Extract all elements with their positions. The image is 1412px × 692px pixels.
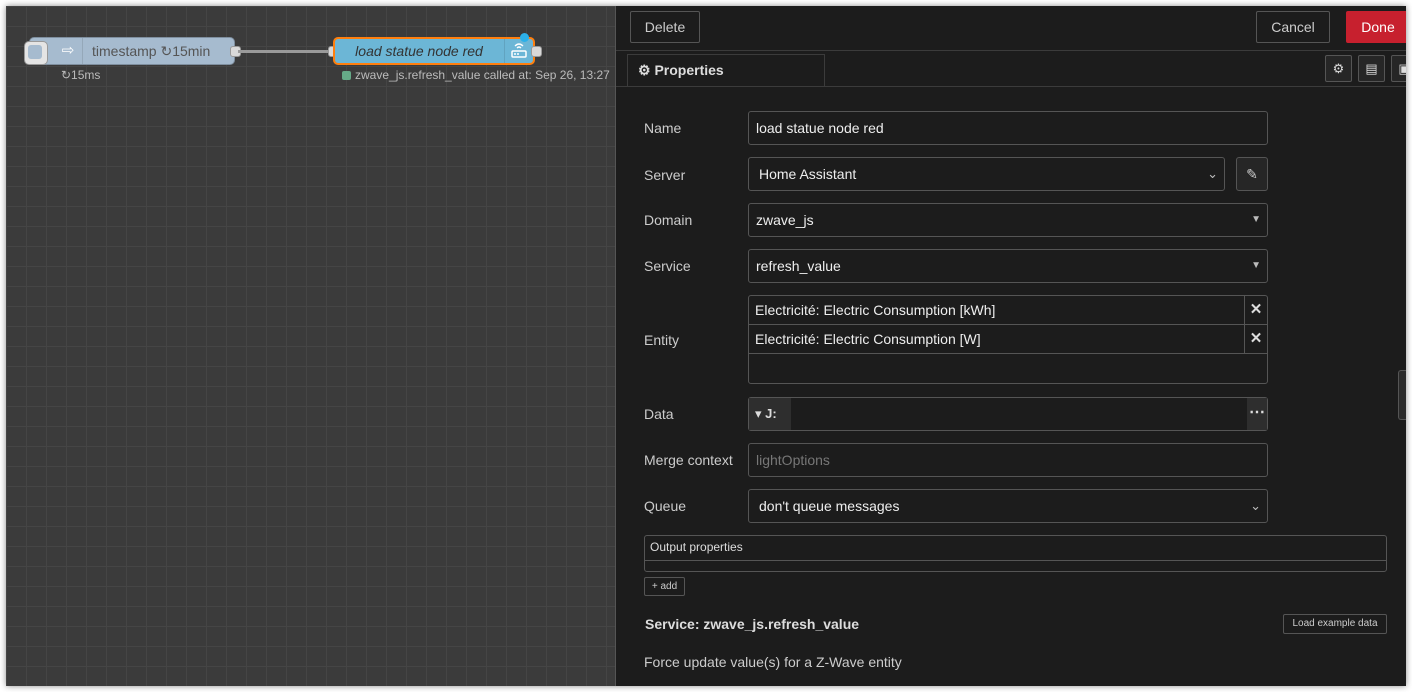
output-properties-list[interactable]: Output properties bbox=[644, 535, 1387, 572]
domain-value: zwave_js bbox=[756, 212, 814, 228]
data-input[interactable]: ▾ J: ⋯ bbox=[748, 397, 1268, 431]
service-node[interactable]: load statue node red bbox=[333, 33, 535, 65]
changed-badge bbox=[520, 33, 529, 42]
server-label: Server bbox=[644, 167, 686, 183]
service-input[interactable]: refresh_value ▼ bbox=[748, 249, 1268, 283]
queue-select[interactable]: don't queue messages ⌄ bbox=[748, 489, 1268, 523]
expand-editor-icon[interactable]: ⋯ bbox=[1247, 398, 1267, 430]
output-properties-header: Output properties bbox=[645, 536, 1386, 561]
entity-label: Entity bbox=[644, 332, 680, 348]
editor-window: ⇨ timestamp ↻15min ↻15ms load statue nod… bbox=[6, 6, 1406, 686]
queue-value: don't queue messages bbox=[759, 498, 900, 514]
tray-toolbar: Delete Cancel Done bbox=[616, 6, 1406, 51]
load-example-button[interactable]: Load example data bbox=[1283, 614, 1387, 634]
json-type-icon: J: bbox=[765, 406, 777, 421]
flow-wire[interactable] bbox=[238, 50, 336, 53]
service-node-status: zwave_js.refresh_value called at: Sep 26… bbox=[342, 68, 610, 82]
merge-context-label: Merge context bbox=[644, 452, 733, 468]
queue-label: Queue bbox=[644, 498, 687, 514]
gear-icon[interactable]: ⚙ bbox=[1325, 55, 1352, 82]
domain-label: Domain bbox=[644, 212, 693, 228]
appearance-icon[interactable]: ▣ bbox=[1391, 55, 1406, 82]
merge-context-input[interactable]: lightOptions bbox=[748, 443, 1268, 477]
merge-context-placeholder: lightOptions bbox=[756, 452, 830, 468]
service-label: Service bbox=[644, 258, 691, 274]
add-button-label: add bbox=[660, 581, 678, 592]
domain-input[interactable]: zwave_js ▼ bbox=[748, 203, 1268, 237]
server-select[interactable]: Home Assistant ⌄ bbox=[748, 157, 1225, 191]
edit-server-button[interactable]: ✎ bbox=[1236, 157, 1268, 191]
chevron-down-icon: ⌄ bbox=[1207, 166, 1218, 181]
caret-down-icon: ▼ bbox=[1251, 214, 1261, 225]
inject-node-label: timestamp ↻15min bbox=[92, 43, 211, 59]
inject-node-status: ↻15ms bbox=[61, 68, 101, 82]
add-output-button[interactable]: + add bbox=[644, 577, 685, 596]
entity-chip-label: Electricité: Electric Consumption [W] bbox=[755, 331, 981, 347]
data-type-select[interactable]: ▾ J: bbox=[749, 398, 791, 430]
service-value: refresh_value bbox=[756, 258, 841, 274]
name-label: Name bbox=[644, 120, 682, 136]
gear-icon: ⚙ bbox=[638, 62, 651, 78]
cancel-button[interactable]: Cancel bbox=[1256, 11, 1330, 43]
service-title: Service: zwave_js.refresh_value bbox=[645, 616, 860, 632]
inject-arrow-icon: ⇨ bbox=[54, 38, 83, 64]
remove-entity-icon[interactable]: ✕ bbox=[1244, 296, 1267, 324]
inject-node[interactable]: ⇨ timestamp ↻15min bbox=[24, 37, 235, 65]
edit-tray: Delete Cancel Done ⚙ Properties ⚙ ▤ ▣ Na… bbox=[615, 6, 1406, 686]
description-icon[interactable]: ▤ bbox=[1358, 55, 1385, 82]
service-node-status-text: zwave_js.refresh_value called at: Sep 26… bbox=[355, 68, 610, 82]
status-dot-icon bbox=[342, 71, 351, 80]
tab-properties-label: Properties bbox=[654, 62, 724, 78]
entity-list[interactable]: Electricité: Electric Consumption [kWh] ✕… bbox=[748, 295, 1268, 384]
tray-tabs: ⚙ Properties ⚙ ▤ ▣ bbox=[616, 51, 1406, 87]
tab-properties[interactable]: ⚙ Properties bbox=[627, 54, 825, 86]
chevron-down-icon: ⌄ bbox=[1250, 498, 1261, 513]
router-icon bbox=[504, 39, 533, 63]
service-node-label: load statue node red bbox=[355, 43, 483, 59]
delete-button[interactable]: Delete bbox=[630, 11, 700, 43]
flow-canvas[interactable]: ⇨ timestamp ↻15min ↻15ms load statue nod… bbox=[6, 6, 616, 686]
remove-entity-icon[interactable]: ✕ bbox=[1244, 325, 1267, 353]
sidebar-toggle-handle[interactable] bbox=[1398, 370, 1406, 420]
entity-chip: Electricité: Electric Consumption [kWh] ✕ bbox=[749, 296, 1267, 325]
inject-trigger-button[interactable] bbox=[24, 41, 48, 65]
server-select-value: Home Assistant bbox=[759, 166, 857, 182]
entity-chip-label: Electricité: Electric Consumption [kWh] bbox=[755, 302, 996, 318]
pencil-icon: ✎ bbox=[1246, 166, 1258, 182]
data-label: Data bbox=[644, 406, 674, 422]
done-button[interactable]: Done bbox=[1346, 11, 1406, 43]
name-input[interactable]: load statue node red bbox=[748, 111, 1268, 145]
service-output-port[interactable] bbox=[531, 46, 542, 57]
entity-chip: Electricité: Electric Consumption [W] ✕ bbox=[749, 325, 1267, 354]
service-description: Force update value(s) for a Z-Wave entit… bbox=[644, 654, 902, 670]
caret-down-icon: ▼ bbox=[1251, 260, 1261, 271]
